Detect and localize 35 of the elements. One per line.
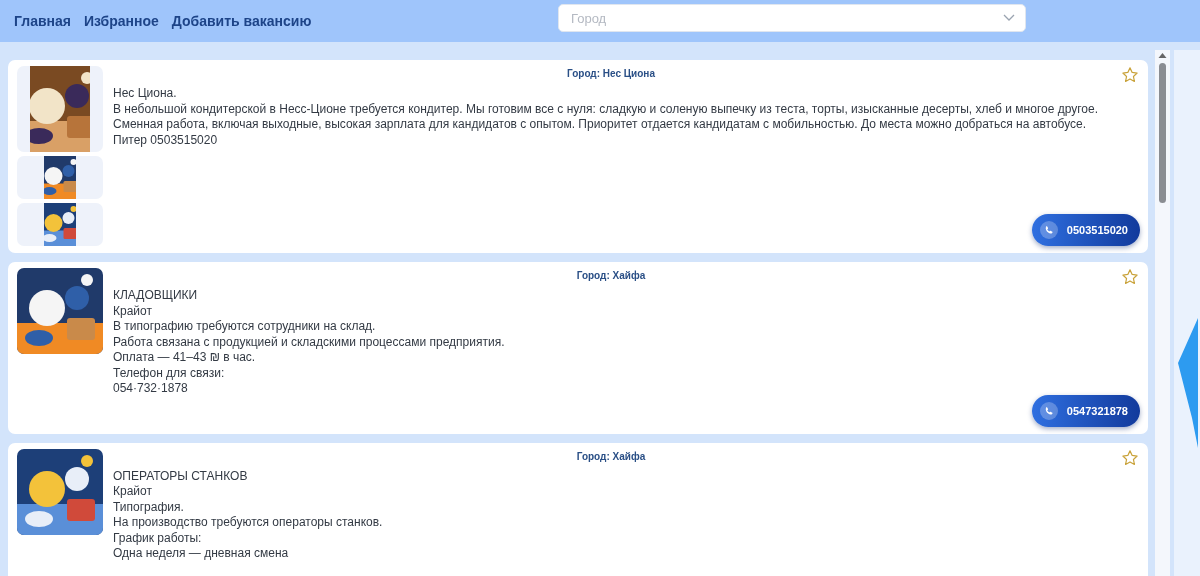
description-line: 054·732·1878: [113, 381, 189, 397]
city-title: Город: Хайфа: [576, 270, 646, 281]
star-icon[interactable]: [1121, 448, 1139, 467]
scroll-thumb[interactable]: [1159, 63, 1166, 203]
nav-link[interactable]: Избранное: [83, 13, 159, 29]
description-line: График работы:: [113, 530, 203, 546]
description-line: Крайот: [113, 484, 153, 500]
nav-link[interactable]: Добавить вакансию: [171, 13, 312, 29]
description-line: Одна неделя — дневная смена: [113, 546, 290, 562]
description-line: В типографию требуются сотрудники на склад.: [113, 319, 377, 335]
city-input[interactable]: Город: [569, 9, 1003, 27]
description-line: Работа связана с продукцией и складскими процессами предприятия.: [113, 334, 506, 350]
city-select[interactable]: Город: [558, 4, 1026, 32]
star-icon[interactable]: [1121, 268, 1139, 286]
call-button[interactable]: 0547321878: [1031, 394, 1140, 427]
description-line: КЛАДОВЩИКИ: [113, 288, 199, 304]
nav-link[interactable]: Главная: [14, 13, 71, 29]
description-line: В небольшой кондитерской в Несс-Ционе требуется кондитер. Мы готовим все с нуля: сладкую и соленую выпечку из теста, торты, изысканные десерты, хлеб и многое другое. Сменная работа, включая выходные, высокая зарплата для кандидатов с опытом. Приоритет отдается кандидатам с мобильностью. До места можно добраться на автобусе.: [113, 101, 1099, 133]
phone-icon: [1039, 401, 1058, 420]
chevron-icon: [1003, 14, 1015, 22]
description-line: Нес Циона.: [113, 86, 178, 102]
description-line: Телефон для связи:: [113, 365, 226, 381]
star-icon[interactable]: [1121, 66, 1139, 84]
description-line: На производство требуются операторы станков.: [113, 515, 384, 531]
scrollbar[interactable]: [1155, 50, 1170, 576]
phone-icon: [1039, 221, 1058, 239]
description-line: Питер 0503515020: [113, 132, 219, 148]
description-line: Крайот: [113, 303, 153, 319]
description-line: Типография.: [113, 499, 185, 515]
city-title: Город: Нес Циона: [567, 68, 655, 79]
call-button[interactable]: 0503515020: [1031, 214, 1140, 246]
description-line: ОПЕРАТОРЫ СТАНКОВ: [113, 468, 249, 484]
description-line: Оплата — 41–43 ₪ в час.: [113, 350, 257, 366]
city-title: Город: Хайфа: [576, 450, 646, 462]
scroll-up-icon[interactable]: [1158, 53, 1167, 58]
